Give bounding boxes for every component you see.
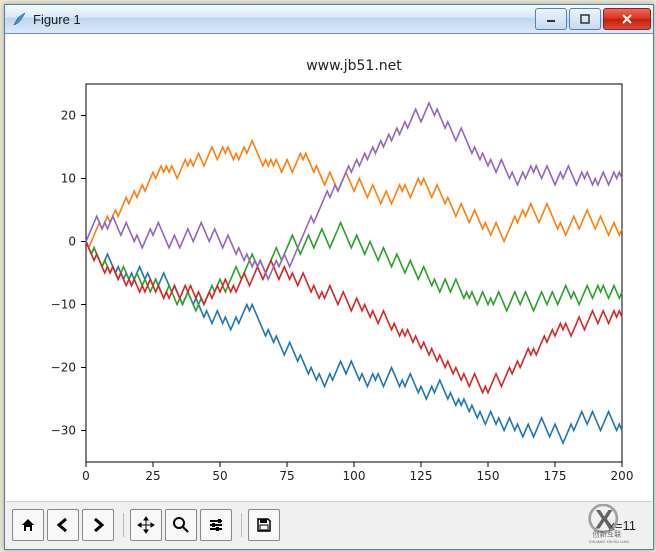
svg-text:0: 0 [82,469,90,483]
arrow-right-icon [89,516,107,534]
toolbar-separator [123,513,124,537]
app-icon [11,11,27,27]
chart: www.jb51.net0255075100125150175200−30−20… [6,34,652,502]
window-title: Figure 1 [33,12,533,27]
save-button[interactable] [248,509,280,541]
close-button[interactable] [603,8,651,30]
svg-text:www.jb51.net: www.jb51.net [306,58,402,74]
save-icon [255,516,273,534]
sliders-icon [207,516,225,534]
logo-text-1: 创新互联 [592,530,622,539]
svg-text:10: 10 [61,172,76,186]
svg-text:100: 100 [343,469,366,483]
arrow-left-icon [54,516,72,534]
svg-text:50: 50 [212,469,227,483]
svg-text:20: 20 [61,109,76,123]
svg-text:−20: −20 [51,361,76,375]
home-icon [19,516,37,534]
svg-text:0: 0 [68,235,76,249]
move-icon [137,516,155,534]
configure-button[interactable] [200,509,232,541]
maximize-button[interactable] [569,8,601,30]
svg-text:−10: −10 [51,298,76,312]
plot-area: www.jb51.net0255075100125150175200−30−20… [6,34,652,502]
svg-text:125: 125 [410,469,433,483]
minimize-button[interactable] [535,8,567,30]
logo-text-2: CHUANG XIN HU LIAN [589,540,629,544]
back-button[interactable] [47,509,79,541]
home-button[interactable] [12,509,44,541]
pan-button[interactable] [130,509,162,541]
svg-text:75: 75 [279,469,294,483]
svg-text:−30: −30 [51,424,76,438]
forward-button[interactable] [82,509,114,541]
svg-text:25: 25 [145,469,160,483]
zoom-button[interactable] [165,509,197,541]
watermark-logo: X 创新互联 CHUANG XIN HU LIAN [588,504,644,544]
zoom-icon [172,516,190,534]
nav-toolbar: x=11 [6,501,652,548]
figure-window: Figure 1 www.jb51.net0255075100125150175… [4,4,654,550]
svg-text:150: 150 [477,469,500,483]
svg-text:175: 175 [544,469,567,483]
svg-text:200: 200 [611,469,634,483]
client-area: www.jb51.net0255075100125150175200−30−20… [6,34,652,548]
titlebar[interactable]: Figure 1 [5,5,653,34]
toolbar-separator [241,513,242,537]
